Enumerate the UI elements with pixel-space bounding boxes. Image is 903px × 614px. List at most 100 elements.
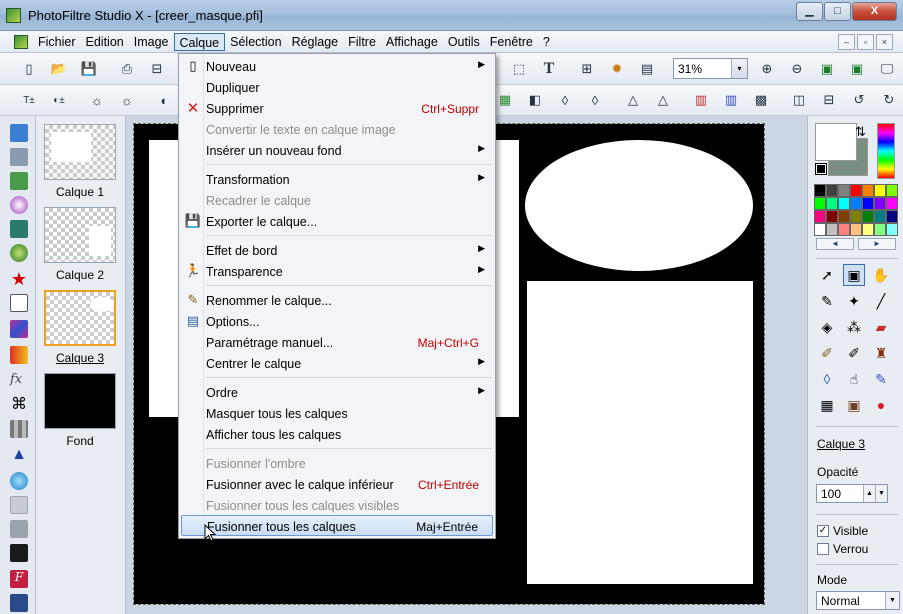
- hue-slider[interactable]: [877, 123, 895, 179]
- default-colors-icon[interactable]: [815, 163, 827, 175]
- menu-fenetre[interactable]: Fenêtre: [485, 33, 538, 51]
- palette-prev-button[interactable]: ◄: [816, 238, 854, 250]
- font-icon[interactable]: F: [10, 570, 28, 588]
- menu-item-exporter[interactable]: 💾 Exporter le calque...: [181, 211, 493, 232]
- palette-swatch[interactable]: [826, 223, 838, 236]
- foreground-color-swatch[interactable]: [815, 123, 857, 161]
- explorer-icon[interactable]: ⊞: [576, 58, 598, 80]
- portrait-icon[interactable]: ▣: [843, 394, 865, 416]
- chevron-down-icon[interactable]: ▼: [885, 592, 899, 609]
- menu-calque[interactable]: Calque: [173, 33, 226, 51]
- menu-edition[interactable]: Edition: [81, 33, 129, 51]
- magic-wand-icon[interactable]: ✦: [843, 290, 865, 312]
- doc-close-button[interactable]: ×: [876, 34, 893, 50]
- brush-icon[interactable]: ✐: [816, 342, 838, 364]
- palette-swatch[interactable]: [814, 184, 826, 197]
- menu-item-dupliquer[interactable]: Dupliquer: [181, 77, 493, 98]
- channel-icon[interactable]: ◧: [524, 89, 546, 111]
- save-2000-icon[interactable]: [10, 544, 28, 562]
- document-icon[interactable]: [14, 35, 28, 49]
- palette-swatch[interactable]: [886, 223, 898, 236]
- palette-swatch[interactable]: [850, 184, 862, 197]
- layer-item[interactable]: Calque 2: [42, 207, 118, 282]
- checkmark-icon[interactable]: ✓: [817, 525, 829, 537]
- palette-swatch[interactable]: [850, 223, 862, 236]
- deform-icon[interactable]: ▦: [816, 394, 838, 416]
- grid-icon[interactable]: ▦: [494, 89, 516, 111]
- menu-filtre[interactable]: Filtre: [343, 33, 381, 51]
- eyedropper-icon[interactable]: ✎: [816, 290, 838, 312]
- flip-horizontal-icon[interactable]: ◫: [788, 89, 810, 111]
- pattern-icon[interactable]: ▩: [750, 89, 772, 111]
- palette-swatch[interactable]: [826, 210, 838, 223]
- menu-item-transparence[interactable]: 🏃 Transparence ▶: [181, 261, 493, 282]
- current-layer-name[interactable]: Calque 3: [817, 437, 865, 451]
- palette-swatch[interactable]: [814, 210, 826, 223]
- gradient-fill-icon[interactable]: [10, 346, 28, 364]
- clone-brush-icon[interactable]: ✎: [870, 368, 892, 390]
- palette-swatch[interactable]: [874, 184, 886, 197]
- sphere-icon[interactable]: [10, 196, 28, 214]
- histogram-icon[interactable]: ▲: [10, 446, 28, 464]
- spray-icon[interactable]: ⁂: [843, 316, 865, 338]
- zoom-select[interactable]: 31% ▾: [673, 58, 748, 79]
- palette-next-button[interactable]: ►: [858, 238, 896, 250]
- sharpen-icon[interactable]: △: [622, 89, 644, 111]
- open-folder-icon[interactable]: 📂: [48, 58, 70, 80]
- menu-help[interactable]: ?: [538, 33, 555, 51]
- text-tool-icon[interactable]: T: [538, 58, 560, 80]
- stamp-icon[interactable]: ♜: [870, 342, 892, 364]
- page-icon[interactable]: [10, 294, 28, 312]
- flip-vertical-icon[interactable]: ⊟: [818, 89, 840, 111]
- menu-outils[interactable]: Outils: [443, 33, 485, 51]
- selection-tool-icon[interactable]: ⬚: [508, 58, 530, 80]
- save-icon[interactable]: 💾: [78, 58, 100, 80]
- rotate-right-icon[interactable]: ↻: [878, 89, 900, 111]
- chevron-down-icon[interactable]: ▼: [875, 485, 887, 502]
- palette-swatch[interactable]: [826, 184, 838, 197]
- palette-swatch[interactable]: [886, 210, 898, 223]
- pointer-icon[interactable]: ➚: [816, 264, 838, 286]
- palette-swatch[interactable]: [886, 197, 898, 210]
- palette-swatch[interactable]: [850, 210, 862, 223]
- fill-bucket-icon[interactable]: ◈: [816, 316, 838, 338]
- doc-restore-button[interactable]: ▫: [857, 34, 874, 50]
- palette-swatch[interactable]: [838, 184, 850, 197]
- palette-swatch[interactable]: [814, 223, 826, 236]
- layer-item[interactable]: Fond: [42, 373, 118, 448]
- palette-swatch[interactable]: [862, 223, 874, 236]
- palette-swatch[interactable]: [850, 197, 862, 210]
- contrast-icon[interactable]: ◖: [152, 89, 174, 111]
- palette-swatch[interactable]: [862, 197, 874, 210]
- new-file-icon[interactable]: ▯: [18, 58, 40, 80]
- palette-swatch[interactable]: [862, 184, 874, 197]
- blur-icon[interactable]: ◊: [816, 368, 838, 390]
- swap-colors-icon[interactable]: ⇅: [855, 124, 866, 140]
- keyboard-icon[interactable]: [10, 520, 28, 538]
- chevron-down-icon[interactable]: ▾: [731, 59, 747, 78]
- minimize-button[interactable]: ▁: [796, 2, 823, 21]
- texture-icon[interactable]: [10, 320, 28, 338]
- menu-item-fusionner-inferieur[interactable]: Fusionner avec le calque inférieur Ctrl+…: [181, 474, 493, 495]
- layer-item[interactable]: Calque 3: [42, 290, 118, 365]
- maximize-button[interactable]: □: [824, 2, 851, 21]
- frame-icon[interactable]: [10, 496, 28, 514]
- menu-item-fusionner-tous[interactable]: Fusionner tous les calques Maj+Entrée: [181, 515, 493, 536]
- advanced-brush-icon[interactable]: ✐: [843, 342, 865, 364]
- doc-minimize-button[interactable]: –: [838, 34, 855, 50]
- palette-swatch[interactable]: [814, 197, 826, 210]
- palette-swatch[interactable]: [838, 197, 850, 210]
- menu-item-nouveau[interactable]: ▯ Nouveau ▶: [181, 56, 493, 77]
- monitor-icon[interactable]: [10, 172, 28, 190]
- layer-item[interactable]: Calque 1: [42, 124, 118, 199]
- menu-item-parametrage[interactable]: Paramétrage manuel... Maj+Ctrl+G: [181, 332, 493, 353]
- menu-item-afficher-tous[interactable]: Afficher tous les calques: [181, 424, 493, 445]
- smudge-icon[interactable]: ☝: [843, 368, 865, 390]
- sharpen-more-icon[interactable]: △: [652, 89, 674, 111]
- menu-selection[interactable]: Sélection: [225, 33, 286, 51]
- bubble-icon[interactable]: [10, 472, 28, 490]
- menu-affichage[interactable]: Affichage: [381, 33, 443, 51]
- menu-item-ordre[interactable]: Ordre ▶: [181, 382, 493, 403]
- auto-contrast-icon[interactable]: ◐±: [48, 89, 70, 111]
- zoom-out-icon[interactable]: ⊖: [786, 58, 808, 80]
